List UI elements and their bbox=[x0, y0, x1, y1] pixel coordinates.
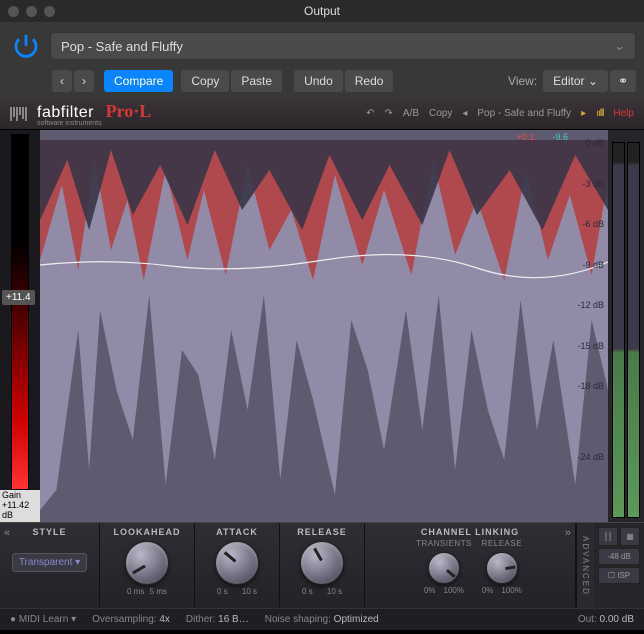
plugin-copy-button[interactable]: Copy bbox=[429, 108, 452, 119]
meter-scale-icon[interactable]: ıılll bbox=[596, 108, 603, 119]
style-section: « STYLE Transparent ▾ bbox=[0, 523, 100, 608]
style-selector[interactable]: Transparent ▾ bbox=[12, 553, 87, 572]
meter-range-button[interactable]: -48 dB bbox=[598, 548, 640, 565]
plugin-window: fabfilter software instruments Pro·L ↶ ↷… bbox=[0, 98, 644, 608]
gain-readout-badge: +11.4 bbox=[2, 290, 35, 305]
prev-preset-button[interactable]: ‹ bbox=[52, 70, 72, 92]
redo-button[interactable]: Redo bbox=[345, 70, 394, 92]
plugin-prev-preset-icon[interactable]: ◂ bbox=[462, 108, 467, 119]
plugin-preset-name[interactable]: Pop - Safe and Fluffy bbox=[477, 108, 571, 119]
lookahead-header: LOOKAHEAD bbox=[114, 527, 181, 537]
view-label: View: bbox=[508, 74, 537, 88]
linking-header: CHANNEL LINKING bbox=[421, 527, 519, 537]
dither-control[interactable]: Dither: 16 B… bbox=[186, 614, 249, 625]
brand-name: fabfilter bbox=[37, 104, 94, 121]
channel-linking-section: » CHANNEL LINKING TRANSIENTS 0%100% RELE… bbox=[365, 523, 576, 608]
link-release-label: RELEASE bbox=[482, 539, 522, 548]
preset-selector[interactable]: Pop - Safe and Fluffy ⌄ bbox=[50, 32, 636, 60]
attack-knob[interactable] bbox=[215, 541, 259, 585]
transients-knob[interactable] bbox=[428, 552, 460, 584]
gain-label: Gain +11.42 dB bbox=[0, 490, 40, 522]
copy-button[interactable]: Copy bbox=[181, 70, 229, 92]
next-preset-button[interactable]: › bbox=[74, 70, 94, 92]
isp-button[interactable]: ☐ ISP bbox=[598, 567, 640, 584]
close-window-icon[interactable] bbox=[8, 6, 19, 17]
oversampling-control[interactable]: Oversampling: 4x bbox=[92, 614, 170, 625]
waveform-display[interactable]: +0.1 -9.6 0 dB -3 dB -6 dB -9 dB -12 dB … bbox=[40, 130, 608, 522]
midi-learn-button[interactable]: ● MIDI Learn ▾ bbox=[10, 614, 76, 625]
traffic-lights bbox=[8, 6, 55, 17]
plugin-next-preset-icon[interactable]: ▸ bbox=[581, 108, 586, 119]
help-button[interactable]: Help bbox=[613, 108, 634, 119]
release-section: RELEASE 0 s10 s bbox=[280, 523, 365, 608]
brand: fabfilter software instruments Pro·L bbox=[37, 101, 151, 127]
db-scale: 0 dB -3 dB -6 dB -9 dB -12 dB -15 dB -18… bbox=[577, 130, 604, 522]
output-meters bbox=[608, 130, 644, 522]
window-title: Output bbox=[304, 4, 340, 18]
product-name: Pro·L bbox=[106, 101, 152, 122]
fabfilter-logo-icon bbox=[10, 107, 27, 121]
ab-toggle[interactable]: A/B bbox=[403, 108, 419, 119]
plugin-main: +11.4 Gain +11.42 dB +0.1 -9.6 0 dB -3 d… bbox=[0, 130, 644, 522]
host-toolbar: Pop - Safe and Fluffy ⌄ bbox=[0, 22, 644, 70]
zoom-window-icon[interactable] bbox=[44, 6, 55, 17]
plugin-redo-icon[interactable]: ↷ bbox=[384, 108, 392, 119]
brand-subtitle: software instruments bbox=[37, 120, 102, 127]
expand-right-icon[interactable]: » bbox=[565, 527, 571, 539]
undo-button[interactable]: Undo bbox=[294, 70, 343, 92]
gain-column: +11.4 Gain +11.42 dB bbox=[0, 130, 40, 522]
power-button[interactable] bbox=[8, 28, 44, 64]
host-toolbar-row2: ‹ › Compare Copy Paste Undo Redo View: E… bbox=[0, 70, 644, 98]
paste-button[interactable]: Paste bbox=[231, 70, 282, 92]
plugin-undo-icon[interactable]: ↶ bbox=[366, 108, 374, 119]
controls-panel: « STYLE Transparent ▾ LOOKAHEAD 0 ms5 ms… bbox=[0, 522, 644, 608]
preset-name: Pop - Safe and Fluffy bbox=[61, 39, 183, 54]
lookahead-section: LOOKAHEAD 0 ms5 ms bbox=[100, 523, 195, 608]
plugin-header: fabfilter software instruments Pro·L ↶ ↷… bbox=[0, 98, 644, 130]
link-button[interactable]: ⚭ bbox=[610, 70, 636, 92]
lookahead-knob[interactable] bbox=[125, 541, 169, 585]
attack-header: ATTACK bbox=[216, 527, 258, 537]
peak-readout: +0.1 -9.6 bbox=[517, 132, 568, 142]
collapse-left-icon[interactable]: « bbox=[4, 527, 10, 539]
peak-positive: +0.1 bbox=[517, 132, 535, 142]
window-titlebar: Output bbox=[0, 0, 644, 22]
output-controls: ⎮⎮ ▦ -48 dB ☐ ISP bbox=[594, 523, 644, 608]
meter-mode-grid-icon[interactable]: ▦ bbox=[620, 527, 640, 546]
chevron-down-icon: ⌄ bbox=[588, 74, 598, 88]
release-header: RELEASE bbox=[297, 527, 347, 537]
minimize-window-icon[interactable] bbox=[26, 6, 37, 17]
meter-mode-bars-icon[interactable]: ⎮⎮ bbox=[598, 527, 618, 546]
output-meter-right bbox=[627, 142, 640, 518]
style-header: STYLE bbox=[32, 527, 66, 537]
noise-shaping-control[interactable]: Noise shaping: Optimized bbox=[265, 614, 379, 625]
view-selector[interactable]: Editor ⌄ bbox=[543, 70, 608, 92]
output-level-control[interactable]: Out: 0.00 dB bbox=[578, 614, 634, 625]
waveform-svg bbox=[40, 130, 608, 522]
attack-section: ATTACK 0 s10 s bbox=[195, 523, 280, 608]
plugin-footer: ● MIDI Learn ▾ Oversampling: 4x Dither: … bbox=[0, 608, 644, 630]
compare-button[interactable]: Compare bbox=[104, 70, 173, 92]
release-knob[interactable] bbox=[300, 541, 344, 585]
peak-negative: -9.6 bbox=[552, 132, 568, 142]
gain-slider[interactable] bbox=[11, 134, 29, 490]
transients-label: TRANSIENTS bbox=[416, 539, 472, 548]
advanced-tab[interactable]: ADVANCED bbox=[576, 523, 594, 608]
link-release-knob[interactable] bbox=[486, 552, 518, 584]
output-meter-left bbox=[612, 142, 625, 518]
chevron-down-icon: ⌄ bbox=[614, 38, 625, 54]
